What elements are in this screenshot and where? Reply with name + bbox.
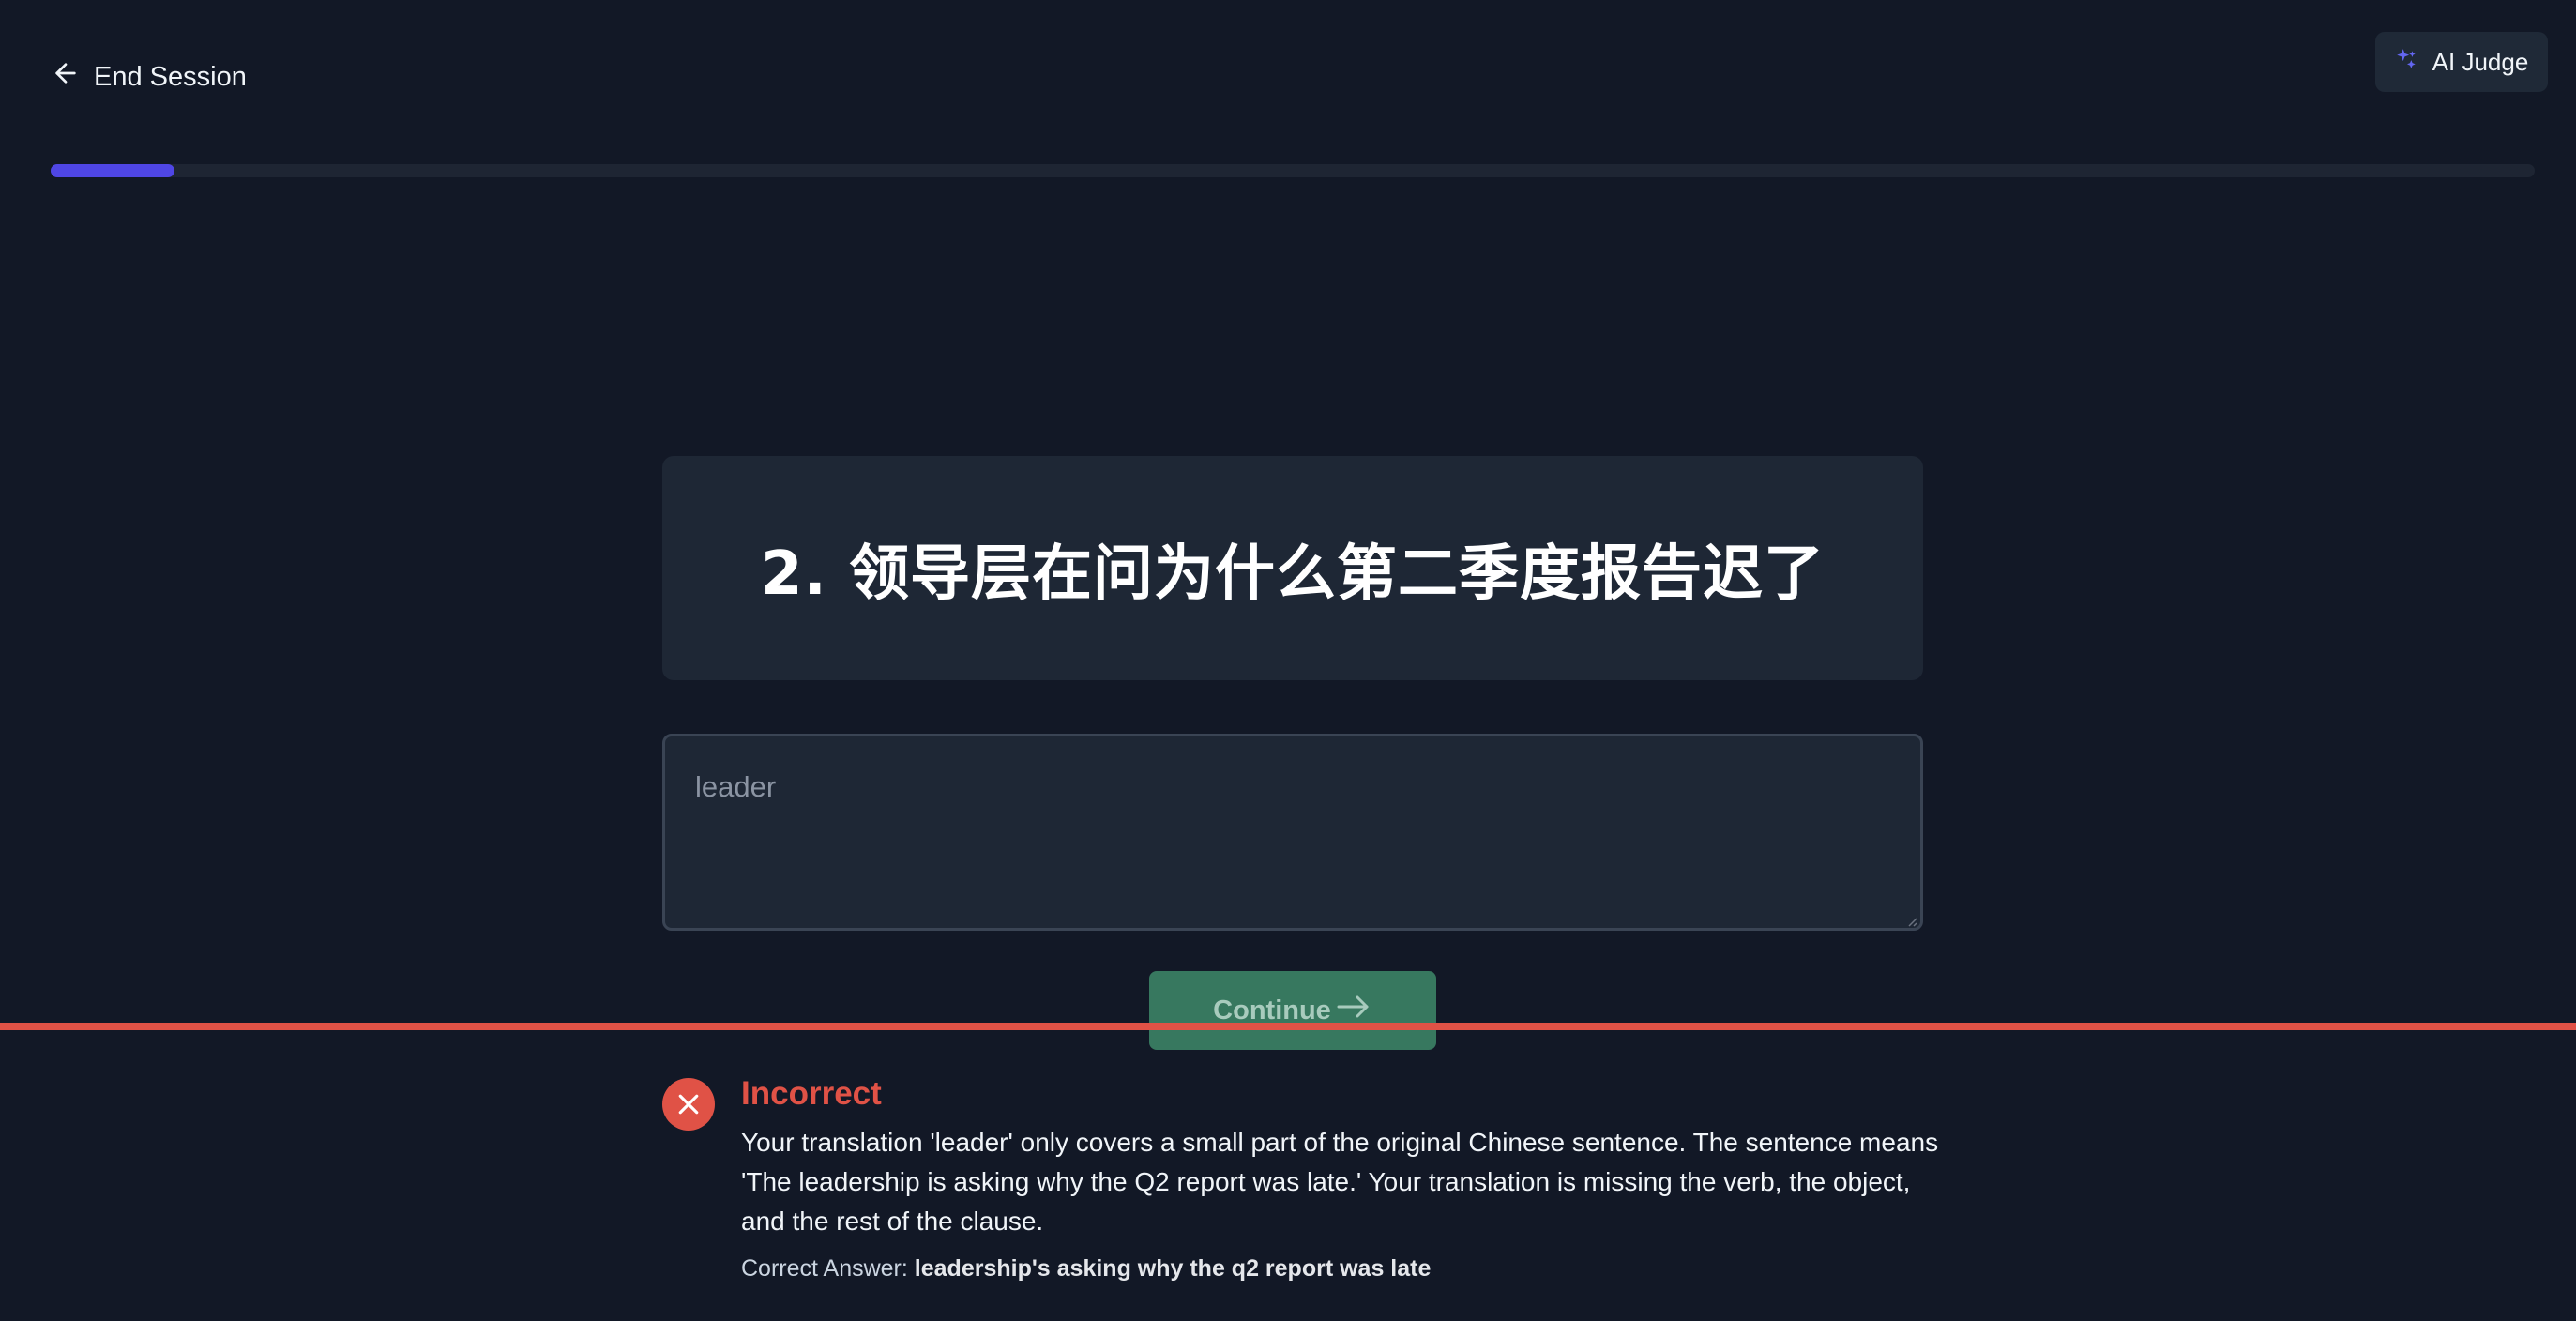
end-session-label: End Session: [94, 61, 247, 92]
x-circle-icon: [662, 1078, 715, 1131]
feedback-divider: [0, 1023, 2576, 1030]
ai-judge-label: AI Judge: [2432, 47, 2529, 76]
arrow-left-icon: [51, 58, 81, 96]
continue-label: Continue: [1213, 995, 1331, 1025]
continue-button[interactable]: Continue: [1149, 971, 1436, 1050]
translation-input[interactable]: [662, 734, 1923, 931]
correct-answer-label: Correct Answer:: [741, 1255, 908, 1282]
ai-judge-button[interactable]: AI Judge: [2375, 32, 2548, 92]
end-session-button[interactable]: End Session: [51, 58, 247, 96]
correct-answer-value: leadership's asking why the q2 report wa…: [914, 1255, 1432, 1282]
prompt-card: 2. 领导层在问为什么第二季度报告迟了: [662, 456, 1923, 680]
progress-bar: [51, 164, 2535, 177]
correct-answer: Correct Answer: leadership's asking why …: [741, 1255, 1431, 1283]
prompt-text: 2. 领导层在问为什么第二季度报告迟了: [760, 539, 1826, 609]
feedback-status: Incorrect: [741, 1075, 882, 1112]
feedback-message: Your translation 'leader' only covers a …: [741, 1128, 1939, 1236]
progress-fill: [51, 164, 175, 177]
resize-grip-icon[interactable]: [1904, 914, 1917, 927]
sparkle-icon: [2395, 47, 2419, 78]
